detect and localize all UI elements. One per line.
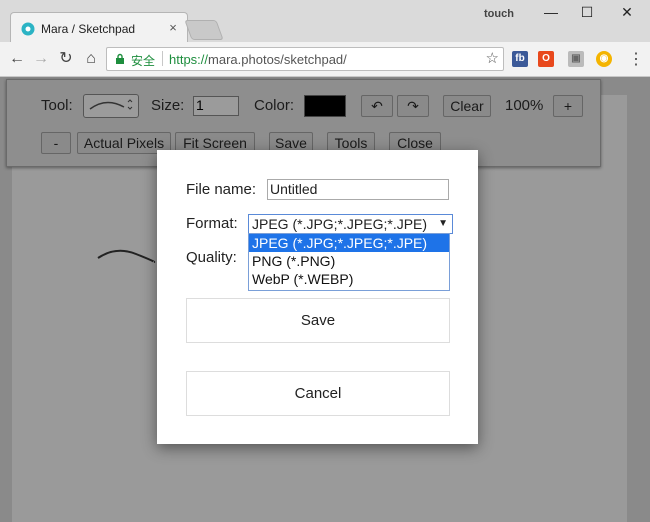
new-tab-button[interactable] <box>184 20 224 40</box>
profile-name[interactable]: touch <box>484 8 514 20</box>
back-icon[interactable]: ← <box>6 48 28 70</box>
forward-icon[interactable]: → <box>30 48 52 70</box>
chrome-extension-icon[interactable]: ◉ <box>596 51 612 67</box>
minimize-button[interactable]: — <box>536 4 566 22</box>
quality-label: Quality: <box>186 249 237 266</box>
zoom-out-button[interactable]: - <box>41 132 71 154</box>
redo-button[interactable]: ↷ <box>397 95 429 117</box>
browser-tab[interactable]: Mara / Sketchpad × <box>10 12 188 45</box>
reload-icon[interactable]: ↻ <box>55 48 77 70</box>
dropdown-arrow-icon: ▼ <box>438 218 448 229</box>
size-input[interactable]: 1 <box>193 96 239 116</box>
cancel-button[interactable]: Cancel <box>186 371 450 416</box>
divider <box>162 51 163 66</box>
file-name-input[interactable]: Untitled <box>267 179 449 200</box>
home-icon[interactable]: ⌂ <box>80 48 102 70</box>
zoom-level: 100% <box>505 97 544 114</box>
color-label: Color: <box>254 97 295 114</box>
save-dialog: File name: Untitled Format: JPEG (*.JPG;… <box>157 150 478 444</box>
browser-titlebar: Mara / Sketchpad × touch — ☐ ✕ <box>0 0 650 45</box>
undo-button[interactable]: ↶ <box>361 95 393 117</box>
format-dropdown-list: JPEG (*.JPG;*.JPEG;*.JPE) PNG (*.PNG) We… <box>248 233 450 291</box>
format-selected-value: JPEG (*.JPG;*.JPEG;*.JPE) <box>252 216 428 232</box>
format-option-webp[interactable]: WebP (*.WEBP) <box>249 270 449 288</box>
brush-stroke <box>97 249 156 263</box>
maximize-button[interactable]: ☐ <box>572 4 602 22</box>
tab-title: Mara / Sketchpad <box>41 22 136 36</box>
facebook-extension-icon[interactable]: fb <box>512 51 528 67</box>
size-label: Size: <box>151 97 185 114</box>
format-label: Format: <box>186 215 238 232</box>
secure-label: 安全 <box>131 54 156 68</box>
tab-close-icon[interactable]: × <box>165 20 181 35</box>
tool-label: Tool: <box>41 97 73 114</box>
save-button[interactable]: Save <box>186 298 450 343</box>
address-bar[interactable]: 安全 https://mara.photos/sketchpad/ ☆ <box>106 47 504 71</box>
image-extension-icon[interactable]: ▣ <box>568 51 584 67</box>
brush-selector[interactable] <box>83 94 139 118</box>
brush-shape-icon <box>89 99 133 110</box>
url-path: mara.photos/sketchpad/ <box>208 52 347 67</box>
color-swatch[interactable] <box>304 95 346 117</box>
format-option-jpeg[interactable]: JPEG (*.JPG;*.JPEG;*.JPE) <box>249 234 449 252</box>
bookmark-star-icon[interactable]: ☆ <box>486 49 499 67</box>
format-option-png[interactable]: PNG (*.PNG) <box>249 252 449 270</box>
browser-menu-icon[interactable]: ⋮ <box>628 49 644 69</box>
sketchpad-favicon-icon <box>21 22 35 36</box>
browser-toolbar: ← → ↻ ⌂ 安全 https://mara.photos/sketchpad… <box>0 42 650 77</box>
zoom-in-button[interactable]: + <box>553 95 583 117</box>
lock-icon <box>116 53 124 64</box>
size-value: 1 <box>196 97 204 113</box>
format-select[interactable]: JPEG (*.JPG;*.JPEG;*.JPE) ▼ <box>248 214 453 234</box>
url-text[interactable]: https://mara.photos/sketchpad/ <box>169 52 347 67</box>
clear-button[interactable]: Clear <box>443 95 491 117</box>
file-name-label: File name: <box>186 181 257 198</box>
office-extension-icon[interactable]: O <box>538 51 554 67</box>
url-scheme: https:// <box>169 52 209 67</box>
close-window-button[interactable]: ✕ <box>612 4 642 22</box>
